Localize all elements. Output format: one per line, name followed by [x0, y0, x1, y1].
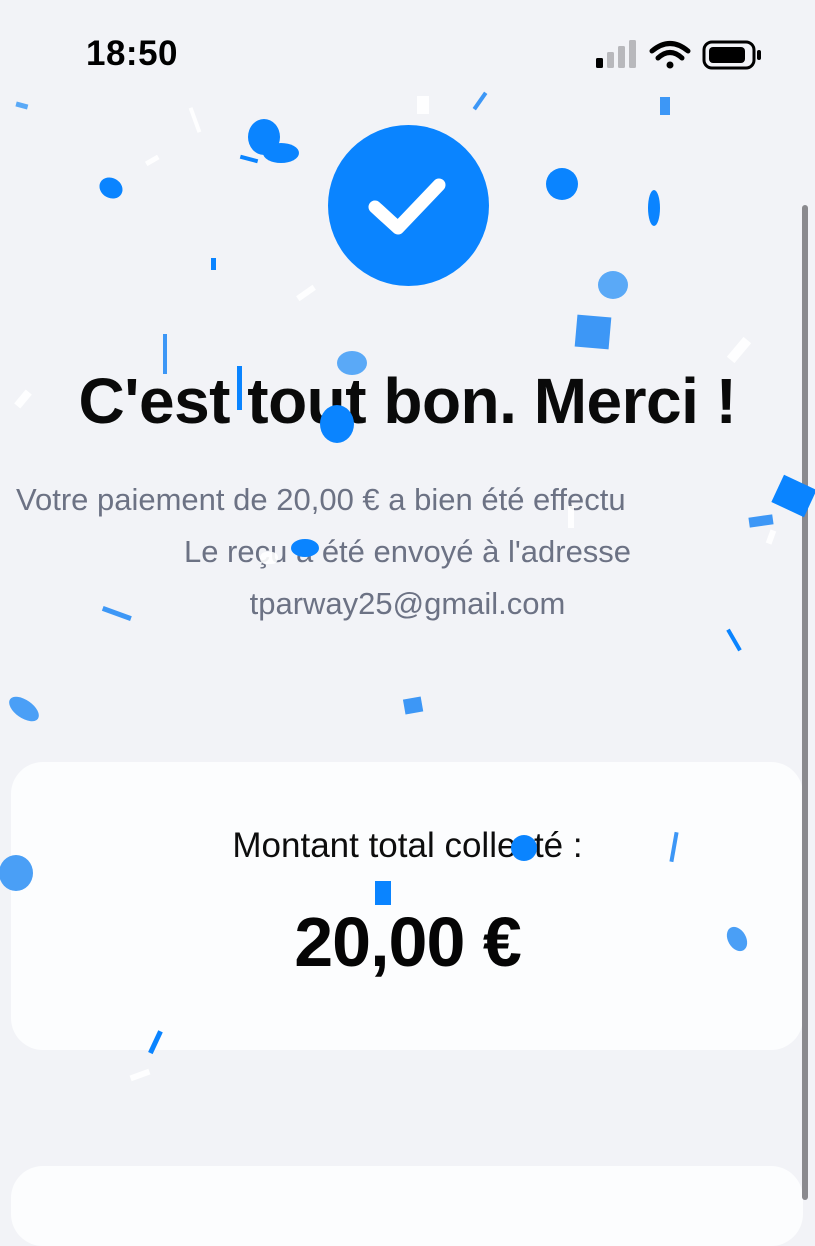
secondary-card: [11, 1166, 803, 1246]
receipt-email: tparway25@gmail.com: [249, 586, 566, 621]
receipt-message-line: Le reçu a été envoyé à l'adresse: [183, 534, 632, 569]
status-time: 18:50: [86, 34, 179, 73]
total-collected-label: Montant total collecté :: [232, 826, 583, 865]
scrollbar[interactable]: [802, 205, 808, 1200]
cellular-signal-icon: [596, 40, 636, 68]
status-icons: [594, 38, 764, 72]
battery-icon: [702, 40, 761, 70]
success-check-badge: [328, 125, 489, 286]
payment-message-line: Votre paiement de 20,00 € a bien été eff…: [16, 482, 626, 517]
checkmark-icon: [368, 178, 446, 235]
status-bar: 18:50: [0, 0, 815, 100]
total-collected-amount: 20,00 €: [294, 903, 522, 981]
success-headline: C'est tout bon. Merci !: [78, 365, 737, 437]
wifi-icon: [649, 41, 691, 69]
payment-confirmation-screen: 18:50 C'est tout bon. Merci ! Votre paie…: [0, 0, 815, 1246]
payment-message: Votre paiement de 20,00 € a bien été eff…: [0, 474, 815, 630]
